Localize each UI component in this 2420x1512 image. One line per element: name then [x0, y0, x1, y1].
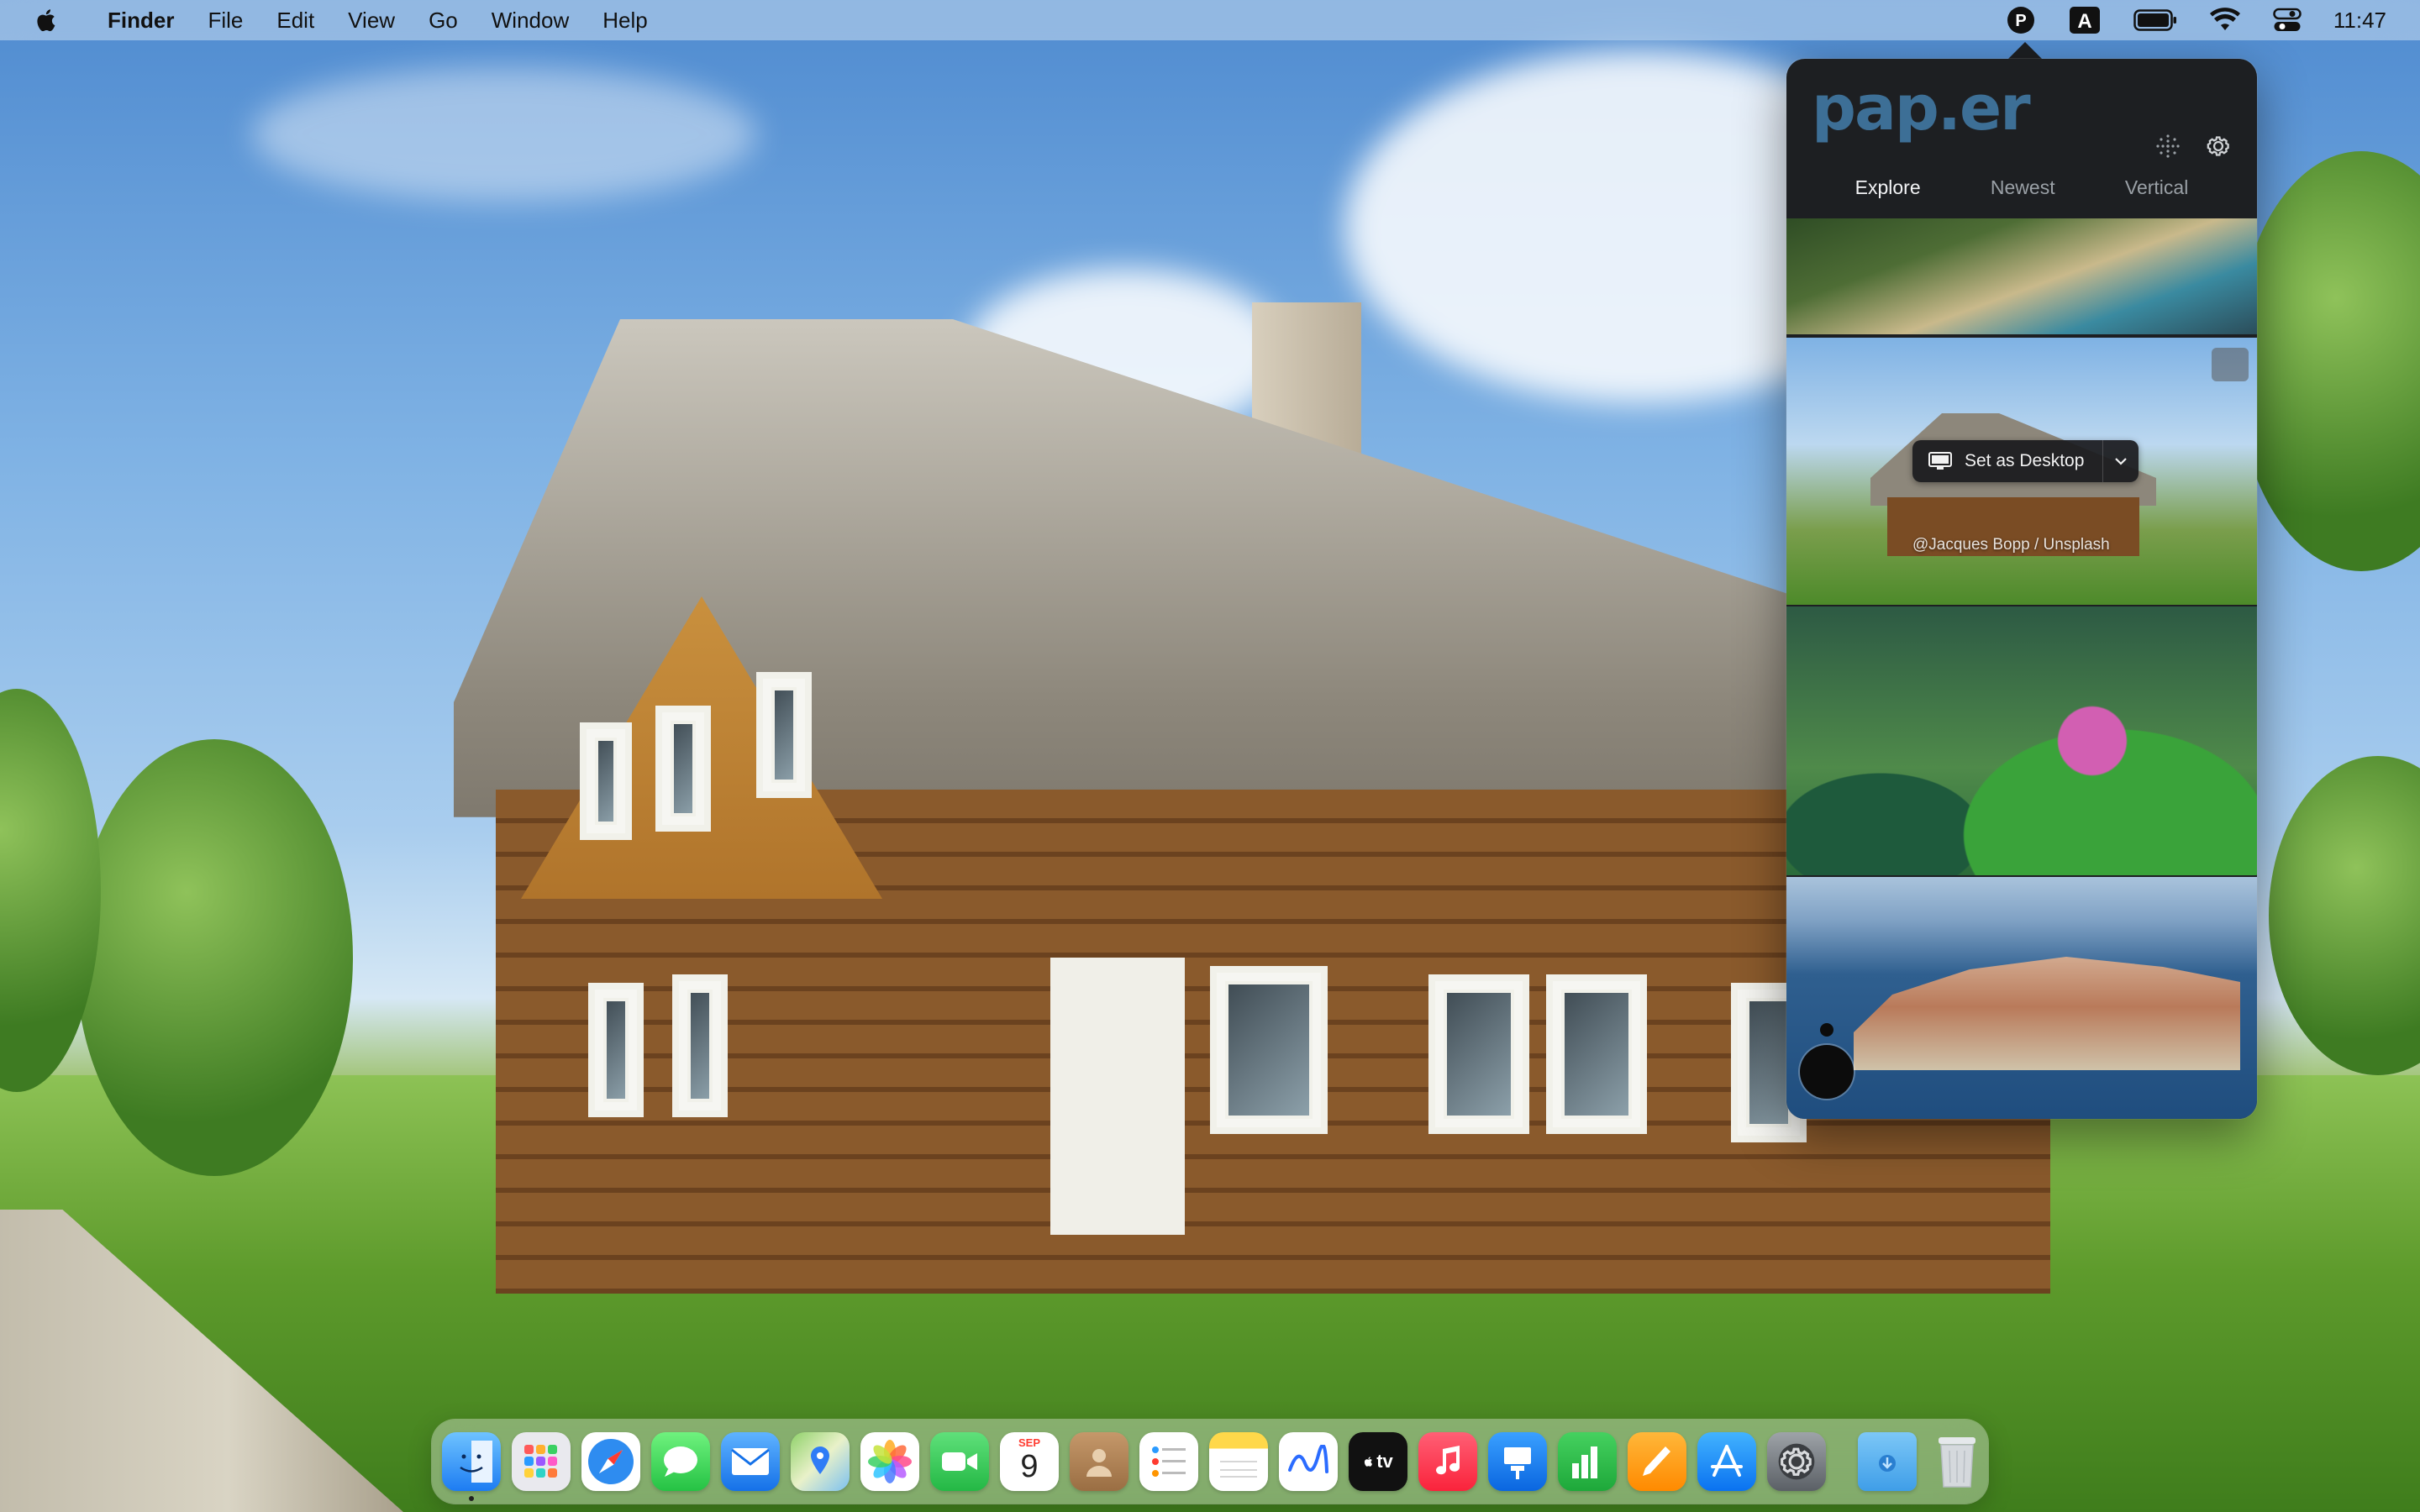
compass-icon	[588, 1439, 634, 1484]
chevron-down-icon	[2115, 458, 2128, 465]
menu-edit[interactable]: Edit	[260, 0, 331, 40]
dock-calendar[interactable]: SEP 9	[1000, 1432, 1059, 1491]
dock-safari[interactable]	[581, 1432, 640, 1491]
app-store-icon	[1711, 1445, 1743, 1477]
launchpad-grid-icon	[524, 1445, 557, 1478]
freeform-scribble-icon	[1288, 1445, 1328, 1473]
map-pin-icon	[811, 1446, 829, 1474]
dock-messages[interactable]	[651, 1432, 710, 1491]
dock: SEP 9 tv	[432, 1420, 1988, 1504]
dock-facetime[interactable]	[930, 1432, 989, 1491]
menu-window[interactable]: Window	[475, 0, 586, 40]
apple-logo-icon[interactable]	[34, 7, 60, 34]
apple-tv-label: tv	[1376, 1451, 1393, 1472]
contact-person-icon	[1086, 1449, 1112, 1477]
gear-icon	[2207, 136, 2229, 156]
dock-numbers[interactable]	[1558, 1432, 1617, 1491]
apple-tv-logo-icon	[1365, 1457, 1373, 1467]
wallpaper-thumbnail-house[interactable]: Set as Desktop @Jacques Bopp / Unsplash	[1786, 338, 2257, 605]
tab-vertical[interactable]: Vertical	[2125, 113, 2188, 218]
podium-icon	[1504, 1447, 1531, 1479]
dock-notes[interactable]	[1209, 1432, 1268, 1491]
video-camera-icon	[942, 1452, 977, 1471]
dock-keynote[interactable]	[1488, 1432, 1547, 1491]
wallpaper-cloud	[252, 67, 756, 202]
calendar-day: 9	[1020, 1449, 1039, 1484]
tab-explore[interactable]: Explore	[1855, 113, 1921, 218]
paper-status-item[interactable]: P	[2006, 0, 2036, 40]
dock-app-store[interactable]	[1697, 1432, 1756, 1491]
popover-arrow	[2007, 42, 2044, 60]
menubar-clock[interactable]: 11:47	[2333, 8, 2386, 34]
checklist-icon	[1152, 1446, 1186, 1477]
battery-icon	[2133, 9, 2176, 31]
svg-text:P: P	[2015, 12, 2026, 30]
dock-apple-tv[interactable]: tv	[1349, 1432, 1407, 1491]
paper-power-button[interactable]	[1800, 1045, 1854, 1099]
calendar-month: SEP	[1018, 1436, 1040, 1449]
dock-downloads-folder[interactable]	[1858, 1432, 1917, 1491]
menu-app-finder[interactable]: Finder	[91, 0, 191, 40]
finder-face-icon	[460, 1441, 492, 1483]
photos-flower-icon	[868, 1440, 912, 1483]
battery-status-item[interactable]	[2133, 0, 2177, 40]
running-indicator	[469, 1496, 474, 1501]
music-note-icon	[1436, 1446, 1460, 1475]
settings-gear-icon	[1778, 1443, 1815, 1480]
dock-music[interactable]	[1418, 1432, 1477, 1491]
thumbnail-house-image	[1870, 413, 2156, 556]
input-source-item[interactable]: A	[2068, 0, 2102, 40]
settings-button[interactable]	[2198, 126, 2238, 166]
tab-newest[interactable]: Newest	[1991, 113, 2055, 218]
paper-header: pap.er Explore Newest Vertical	[1786, 59, 2257, 218]
wifi-status-item[interactable]	[2209, 0, 2241, 40]
pen-nib-icon	[1643, 1446, 1670, 1476]
dock-system-settings[interactable]	[1767, 1432, 1826, 1491]
wifi-icon	[2209, 8, 2240, 30]
wallpaper-tree	[2269, 756, 2420, 1075]
chat-bubble-icon	[664, 1446, 697, 1477]
bar-chart-icon	[1572, 1446, 1597, 1478]
control-center-icon	[2273, 8, 2302, 31]
dock-contacts[interactable]	[1070, 1432, 1128, 1491]
power-indicator-dot	[1820, 1023, 1833, 1037]
wallpaper-feed: Set as Desktop @Jacques Bopp / Unsplash	[1786, 218, 2257, 1119]
paper-popover: pap.er Explore Newest Vertical Set as De…	[1786, 59, 2257, 1119]
thumbnail-city-image	[1854, 957, 2240, 1070]
control-center-item[interactable]	[2273, 0, 2302, 40]
notes-lines-icon	[1220, 1461, 1257, 1478]
paper-tabs: Explore Newest Vertical	[1786, 176, 2257, 218]
dock-photos[interactable]	[860, 1432, 919, 1491]
set-as-desktop-button[interactable]: Set as Desktop	[1912, 440, 2139, 482]
dock-pages[interactable]	[1628, 1432, 1686, 1491]
set-desktop-options-button[interactable]	[2102, 440, 2139, 482]
download-arrow-icon	[1879, 1455, 1896, 1472]
download-badge[interactable]	[2212, 348, 2249, 381]
envelope-icon	[731, 1448, 770, 1475]
svg-text:A: A	[2077, 10, 2091, 33]
monitor-icon	[1928, 452, 1952, 470]
dock-mail[interactable]	[721, 1432, 780, 1491]
trash-can-icon	[1939, 1437, 1975, 1488]
menu-file[interactable]: File	[191, 0, 260, 40]
paper-menubar-icon: P	[2007, 7, 2034, 34]
menu-go[interactable]: Go	[412, 0, 475, 40]
wallpaper-tree	[76, 739, 353, 1176]
photo-credit[interactable]: @Jacques Bopp / Unsplash	[1912, 536, 2110, 554]
wallpaper-thumbnail-coast[interactable]	[1786, 218, 2257, 334]
dock-trash[interactable]	[1928, 1432, 1986, 1491]
dock-reminders[interactable]	[1139, 1432, 1198, 1491]
wallpaper-thumbnail-coastal-city[interactable]	[1786, 877, 2257, 1119]
dock-maps[interactable]	[791, 1432, 850, 1491]
dock-freeform[interactable]	[1279, 1432, 1338, 1491]
menu-bar: Finder File Edit View Go Window Help P A	[0, 0, 2420, 40]
menu-view[interactable]: View	[331, 0, 412, 40]
input-source-icon: A	[2069, 7, 2100, 34]
wallpaper-tree	[2235, 151, 2420, 571]
dock-finder[interactable]	[442, 1432, 501, 1501]
dock-launchpad[interactable]	[512, 1432, 571, 1491]
wallpaper-thumbnail-lotus[interactable]	[1786, 606, 2257, 875]
menu-help[interactable]: Help	[586, 0, 664, 40]
set-as-desktop-label: Set as Desktop	[1965, 451, 2085, 470]
